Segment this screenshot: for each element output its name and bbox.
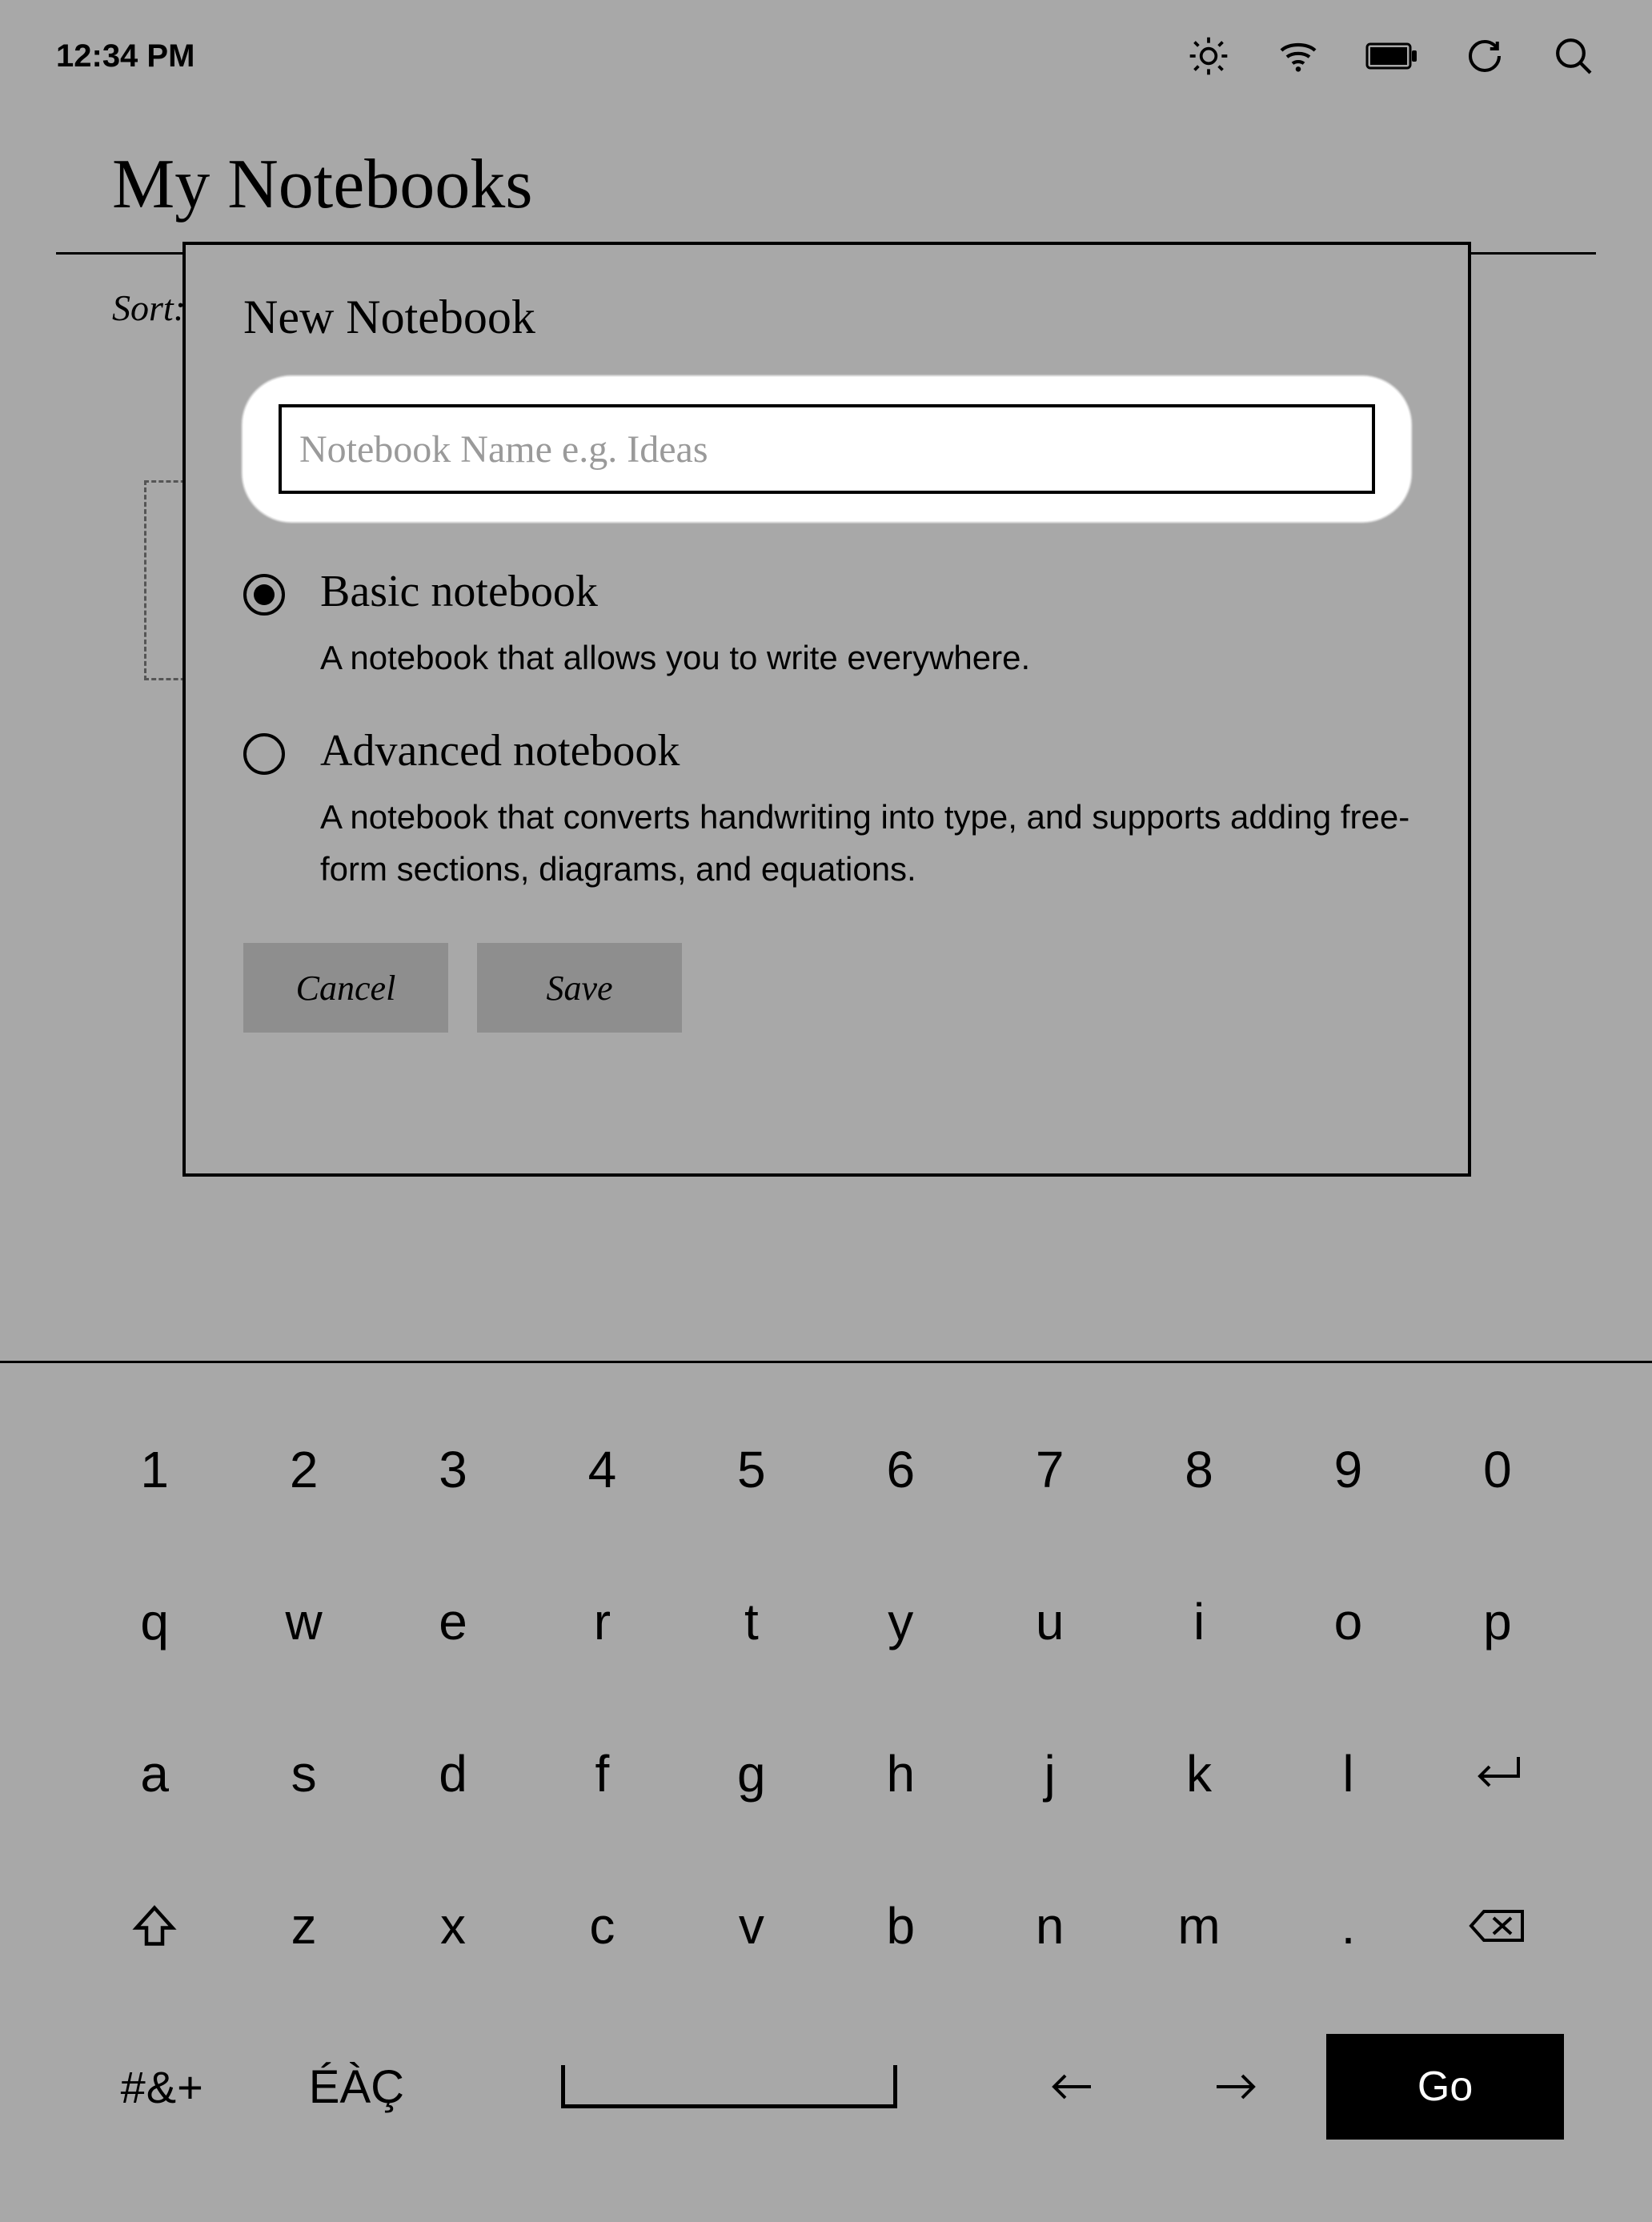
key-enter[interactable] bbox=[1431, 1730, 1564, 1818]
new-notebook-dialog: New Notebook Basic notebook A notebook t… bbox=[182, 242, 1471, 1177]
spacebar-icon bbox=[561, 2065, 897, 2108]
key-m[interactable]: m bbox=[1133, 1882, 1265, 1970]
key-a[interactable]: a bbox=[88, 1730, 221, 1818]
key-0[interactable]: 0 bbox=[1431, 1426, 1564, 1514]
key-f[interactable]: f bbox=[535, 1730, 668, 1818]
key-e[interactable]: e bbox=[387, 1578, 519, 1666]
refresh-icon[interactable] bbox=[1463, 34, 1506, 78]
key-go[interactable]: Go bbox=[1326, 2034, 1564, 2140]
radio-advanced[interactable] bbox=[243, 733, 285, 775]
key-r[interactable]: r bbox=[535, 1578, 668, 1666]
key-x[interactable]: x bbox=[387, 1882, 519, 1970]
key-c[interactable]: c bbox=[535, 1882, 668, 1970]
cancel-button[interactable]: Cancel bbox=[243, 943, 448, 1033]
notebook-name-input[interactable] bbox=[279, 404, 1375, 494]
battery-icon[interactable] bbox=[1365, 41, 1418, 71]
brightness-icon[interactable] bbox=[1186, 34, 1231, 78]
keyboard-row-4: z x c v b n m . bbox=[88, 1882, 1564, 1970]
key-w[interactable]: w bbox=[237, 1578, 370, 1666]
key-n[interactable]: n bbox=[983, 1882, 1116, 1970]
key-k[interactable]: k bbox=[1133, 1730, 1265, 1818]
key-t[interactable]: t bbox=[685, 1578, 818, 1666]
key-s[interactable]: s bbox=[237, 1730, 370, 1818]
status-icons bbox=[1186, 34, 1596, 78]
key-5[interactable]: 5 bbox=[685, 1426, 818, 1514]
key-9[interactable]: 9 bbox=[1281, 1426, 1414, 1514]
key-accents[interactable]: ÉÀÇ bbox=[253, 2043, 461, 2131]
key-i[interactable]: i bbox=[1133, 1578, 1265, 1666]
search-icon[interactable] bbox=[1551, 34, 1596, 78]
keyboard-row-5: #&+ ÉÀÇ Go bbox=[88, 2034, 1564, 2140]
status-time: 12:34 PM bbox=[56, 38, 194, 74]
key-2[interactable]: 2 bbox=[237, 1426, 370, 1514]
keyboard-row-2: q w e r t y u i o p bbox=[88, 1578, 1564, 1666]
key-z[interactable]: z bbox=[237, 1882, 370, 1970]
key-o[interactable]: o bbox=[1281, 1578, 1414, 1666]
key-b[interactable]: b bbox=[834, 1882, 967, 1970]
input-highlight bbox=[243, 377, 1410, 521]
key-4[interactable]: 4 bbox=[535, 1426, 668, 1514]
status-bar: 12:34 PM bbox=[0, 0, 1652, 112]
key-j[interactable]: j bbox=[983, 1730, 1116, 1818]
option-basic[interactable]: Basic notebook A notebook that allows yo… bbox=[243, 566, 1410, 684]
key-space[interactable] bbox=[476, 2043, 981, 2131]
key-d[interactable]: d bbox=[387, 1730, 519, 1818]
keyboard-row-3: a s d f g h j k l bbox=[88, 1730, 1564, 1818]
key-g[interactable]: g bbox=[685, 1730, 818, 1818]
option-advanced[interactable]: Advanced notebook A notebook that conver… bbox=[243, 725, 1410, 895]
dialog-title: New Notebook bbox=[243, 290, 1410, 345]
key-3[interactable]: 3 bbox=[387, 1426, 519, 1514]
wifi-icon[interactable] bbox=[1276, 34, 1321, 78]
option-basic-title: Basic notebook bbox=[320, 566, 1410, 617]
key-shift[interactable] bbox=[88, 1882, 221, 1970]
key-y[interactable]: y bbox=[834, 1578, 967, 1666]
save-button[interactable]: Save bbox=[477, 943, 682, 1033]
key-p[interactable]: p bbox=[1431, 1578, 1564, 1666]
key-u[interactable]: u bbox=[983, 1578, 1116, 1666]
radio-basic[interactable] bbox=[243, 574, 285, 616]
key-6[interactable]: 6 bbox=[834, 1426, 967, 1514]
key-period[interactable]: . bbox=[1281, 1882, 1414, 1970]
key-h[interactable]: h bbox=[834, 1730, 967, 1818]
key-8[interactable]: 8 bbox=[1133, 1426, 1265, 1514]
key-arrow-left[interactable] bbox=[997, 2043, 1146, 2131]
key-l[interactable]: l bbox=[1281, 1730, 1414, 1818]
key-q[interactable]: q bbox=[88, 1578, 221, 1666]
keyboard-row-1: 1 2 3 4 5 6 7 8 9 0 bbox=[88, 1426, 1564, 1514]
key-v[interactable]: v bbox=[685, 1882, 818, 1970]
page-title: My Notebooks bbox=[56, 144, 1596, 244]
key-arrow-right[interactable] bbox=[1162, 2043, 1311, 2131]
key-7[interactable]: 7 bbox=[983, 1426, 1116, 1514]
key-symbols[interactable]: #&+ bbox=[88, 2043, 237, 2131]
key-1[interactable]: 1 bbox=[88, 1426, 221, 1514]
key-backspace[interactable] bbox=[1431, 1882, 1564, 1970]
option-advanced-desc: A notebook that converts handwriting int… bbox=[320, 791, 1410, 895]
option-basic-desc: A notebook that allows you to write ever… bbox=[320, 632, 1410, 684]
option-advanced-title: Advanced notebook bbox=[320, 725, 1410, 776]
onscreen-keyboard: 1 2 3 4 5 6 7 8 9 0 q w e r t y u i o p … bbox=[0, 1361, 1652, 2222]
